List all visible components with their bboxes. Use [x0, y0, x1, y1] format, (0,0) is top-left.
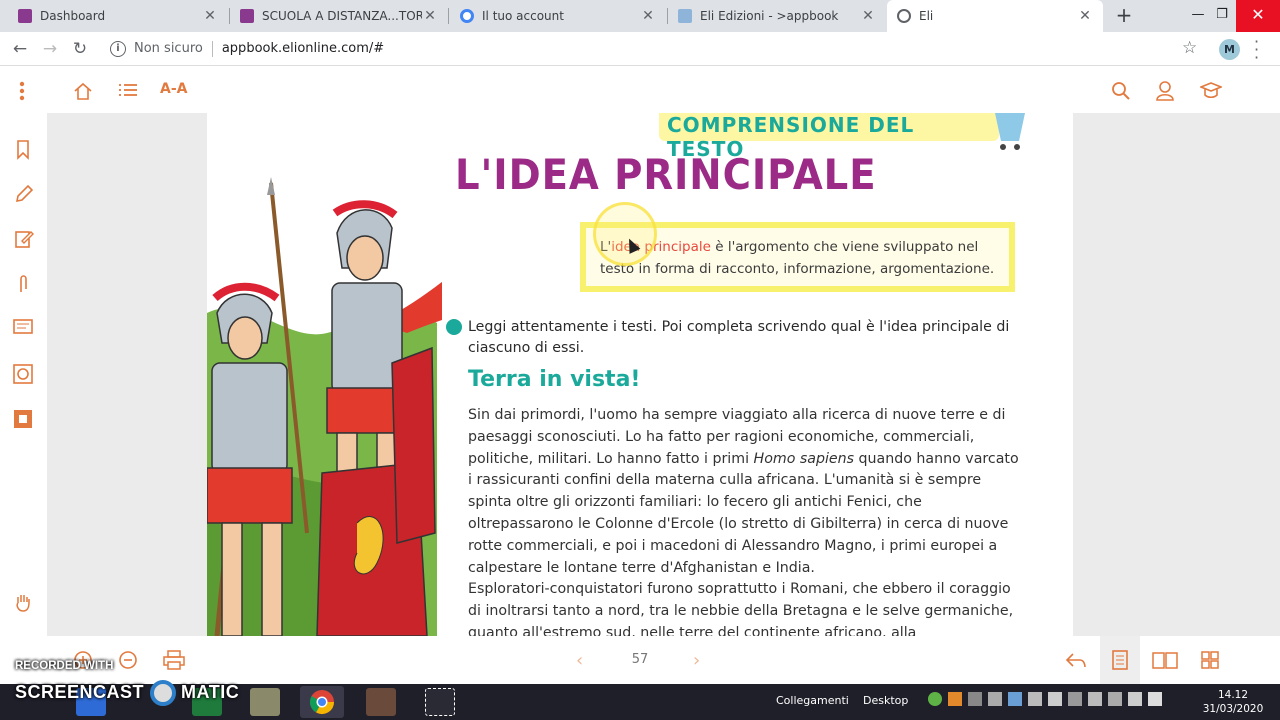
close-tab-icon[interactable]: ✕ — [1077, 8, 1093, 24]
edit-note-icon[interactable] — [14, 229, 34, 249]
forward-icon[interactable]: → — [38, 38, 62, 60]
bookmark-star-icon[interactable]: ☆ — [1182, 38, 1197, 58]
graduation-cap-icon[interactable] — [1200, 81, 1222, 101]
account-favicon-icon — [460, 9, 474, 23]
system-tray — [928, 692, 1188, 712]
text-size-button[interactable]: A-A — [160, 81, 187, 97]
tab-dashboard[interactable]: Dashboard ✕ — [8, 0, 228, 32]
tray-app-icon[interactable] — [1108, 692, 1122, 706]
return-arrow-icon[interactable] — [1065, 651, 1087, 669]
screen-capture-icon[interactable] — [425, 688, 455, 716]
app-icon[interactable] — [366, 688, 396, 716]
page-title: L'IDEA PRINCIPALE — [455, 150, 877, 199]
screencast-watermark: RECORDED WITH — [15, 660, 114, 672]
book-page[interactable]: COMPRENSIONE DEL TESTO L'IDEA PRINCIPALE… — [207, 113, 1073, 636]
links-toolbar[interactable]: Collegamenti — [776, 694, 849, 707]
reload-icon[interactable]: ↻ — [68, 38, 92, 60]
close-tab-icon[interactable]: ✕ — [422, 8, 438, 24]
roman-soldiers-illustration — [207, 177, 442, 636]
bookmark-icon[interactable] — [16, 140, 30, 160]
tray-app-icon[interactable] — [1048, 692, 1062, 706]
next-page-icon[interactable]: › — [693, 650, 700, 671]
paperclip-icon[interactable] — [17, 274, 29, 294]
body-text: Sin dai primordi, l'uomo ha sempre viagg… — [468, 407, 1019, 636]
info-icon[interactable]: i — [110, 41, 126, 57]
single-page-icon — [1112, 650, 1128, 670]
eli-favicon-icon — [678, 9, 692, 23]
tray-check-icon[interactable] — [928, 692, 942, 706]
chrome-taskbar-button[interactable] — [300, 686, 344, 718]
desktop-toolbar[interactable]: Desktop — [863, 694, 908, 707]
tab-account[interactable]: Il tuo account ✕ — [450, 0, 666, 32]
tray-app-icon[interactable] — [1008, 692, 1022, 706]
screencast-logo: SCREENCAST MATIC — [15, 680, 239, 706]
grid-view-icon[interactable] — [1201, 651, 1219, 669]
tray-app-icon[interactable] — [968, 692, 982, 706]
moodle-favicon-icon — [18, 9, 32, 23]
close-tab-icon[interactable]: ✕ — [640, 8, 656, 24]
print-icon[interactable] — [163, 650, 185, 670]
chrome-menu-icon[interactable]: · · · — [1254, 34, 1259, 66]
tab-eli-edizioni[interactable]: Eli Edizioni - >appbook ✕ — [668, 0, 886, 32]
double-page-icon[interactable] — [1152, 651, 1178, 669]
text-heading: Terra in vista! — [468, 367, 641, 392]
close-tab-icon[interactable]: ✕ — [860, 8, 876, 24]
screencast-logo-icon — [149, 680, 176, 706]
tray-app-icon[interactable] — [948, 692, 962, 706]
globe-icon — [897, 9, 911, 23]
mascot-figure-icon — [995, 113, 1025, 150]
tools-sidebar — [0, 113, 47, 636]
bullet-dot — [446, 319, 462, 335]
user-icon[interactable] — [1155, 80, 1175, 102]
more-vertical-icon[interactable] — [18, 81, 26, 101]
section-banner: COMPRENSIONE DEL TESTO — [659, 113, 999, 161]
zoom-out-icon[interactable] — [118, 650, 138, 670]
app-icon[interactable] — [250, 688, 280, 716]
previous-page-icon[interactable]: ‹ — [576, 650, 583, 671]
pencil-icon[interactable] — [14, 184, 34, 204]
zoom-area-icon[interactable] — [13, 409, 33, 429]
click-highlight-ring — [593, 202, 657, 266]
network-icon[interactable] — [1128, 692, 1142, 706]
chrome-icon — [309, 690, 334, 715]
tab-eli[interactable]: Eli ✕ — [887, 0, 1103, 32]
home-icon[interactable] — [73, 81, 93, 101]
speaker-icon[interactable] — [1068, 692, 1082, 706]
instruction-text: Leggi attentamente i testi. Poi completa… — [468, 319, 1010, 356]
new-tab-button[interactable]: + — [1113, 5, 1135, 27]
whiteboard-icon[interactable] — [13, 319, 33, 337]
taskbar-clock[interactable]: 14.12 31/03/2020 — [1198, 688, 1268, 716]
back-icon[interactable]: ← — [8, 38, 32, 60]
url-text: appbook.elionline.com/# — [221, 41, 385, 56]
search-icon[interactable] — [1111, 81, 1131, 101]
frame-icon[interactable] — [13, 364, 33, 384]
tray-app-icon[interactable] — [1088, 692, 1102, 706]
viewer-footer: ‹ 57 › — [0, 636, 1280, 684]
profile-avatar[interactable]: M — [1219, 39, 1240, 60]
app-header: A-A — [0, 67, 1280, 113]
tab-strip: Dashboard ✕ SCUOLA A DISTANZA...TORRE - … — [0, 0, 1280, 32]
tab-scuola[interactable]: SCUOLA A DISTANZA...TORRE - M ✕ — [230, 0, 448, 32]
tray-app-icon[interactable] — [988, 692, 1002, 706]
single-page-view-button[interactable] — [1100, 636, 1140, 684]
security-label: Non sicuro — [134, 41, 203, 56]
page-number[interactable]: 57 — [620, 652, 660, 667]
restore-button[interactable]: ❐ — [1204, 0, 1240, 32]
browser-toolbar: ← → ↻ i Non sicuro appbook.elionline.com… — [0, 32, 1280, 66]
address-bar[interactable]: i Non sicuro appbook.elionline.com/# — [104, 36, 1204, 62]
moodle-favicon-icon — [240, 9, 254, 23]
close-window-button[interactable]: ✕ — [1236, 0, 1280, 32]
close-tab-icon[interactable]: ✕ — [202, 8, 218, 24]
tray-app-icon[interactable] — [1028, 692, 1042, 706]
book-viewer[interactable]: COMPRENSIONE DEL TESTO L'IDEA PRINCIPALE… — [47, 113, 1280, 636]
list-icon[interactable] — [118, 82, 138, 98]
hand-pan-icon[interactable] — [14, 593, 32, 613]
tray-app-icon[interactable] — [1148, 692, 1162, 706]
